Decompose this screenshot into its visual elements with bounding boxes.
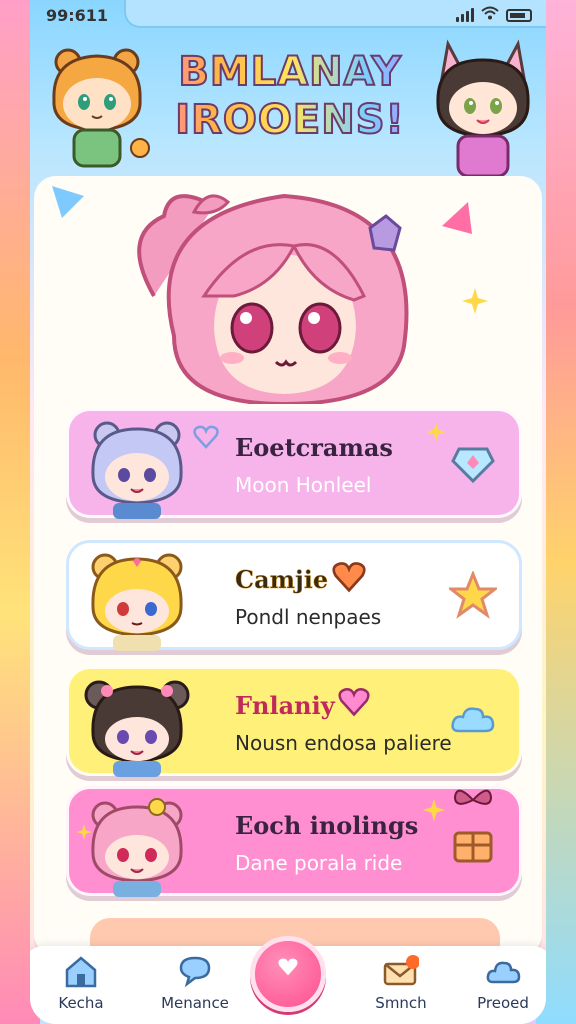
- mascot-cat-girl-icon: [436, 39, 530, 176]
- nav-item-messages[interactable]: Menance: [150, 954, 240, 1020]
- sparkle-icon: [76, 824, 92, 840]
- app-title-line2: IROOENS!: [174, 96, 405, 144]
- envelope-icon: [383, 955, 419, 986]
- wifi-icon: [481, 6, 499, 24]
- list-item[interactable]: Fnlaniy Nousn endosa paliere: [66, 666, 522, 777]
- list-item-subtitle: Pondl nenpaes: [235, 605, 382, 629]
- list-item[interactable]: Eoetcramas Moon Honleel: [66, 408, 522, 519]
- avatar: [91, 421, 183, 519]
- avatar: [91, 553, 183, 651]
- mascot-bear-boy-icon: [52, 48, 150, 168]
- nav-item-search[interactable]: Smnch: [356, 954, 446, 1020]
- list-item[interactable]: Eoch inolings Dane porala ride: [66, 786, 522, 897]
- cloud-icon: [451, 707, 495, 733]
- signal-icon: [456, 8, 474, 22]
- avatar: [84, 680, 190, 777]
- nav-label: Smnch: [375, 994, 427, 1012]
- cloud-icon: [486, 961, 521, 984]
- list-item-title: Fnlaniy: [235, 691, 335, 720]
- sparkle-icon: [426, 422, 446, 442]
- list-item[interactable]: Camjie Pondl nenpaes: [66, 540, 522, 651]
- bottom-nav: Kecha Menance Smnch Preoed: [30, 936, 546, 1024]
- heart-icon: [338, 688, 370, 717]
- heart-icon: [278, 958, 298, 976]
- nav-label: Kecha: [58, 994, 104, 1012]
- heart-diamond-icon: [451, 447, 495, 484]
- nav-label: Menance: [161, 994, 229, 1012]
- avatar: [91, 798, 183, 897]
- heart-icon: [193, 425, 219, 449]
- heart-icon: [332, 562, 366, 593]
- gift-box-icon: [453, 831, 493, 863]
- nav-item-profile[interactable]: Preoed: [458, 954, 546, 1020]
- triangle-deco-icon: [52, 186, 84, 218]
- nav-item-home[interactable]: Kecha: [36, 954, 126, 1020]
- list-item-title: Eoch inolings: [235, 811, 419, 840]
- status-icons: [456, 6, 532, 24]
- star-icon: [449, 571, 497, 619]
- butterfly-icon: [453, 789, 493, 805]
- list-item-subtitle: Moon Honleel: [235, 473, 372, 497]
- nav-label: Preoed: [477, 994, 529, 1012]
- battery-icon: [506, 8, 532, 22]
- sparkle-icon: [462, 288, 488, 314]
- home-icon: [65, 956, 97, 988]
- status-time: 99:611: [46, 5, 109, 25]
- chat-bubble-icon: [179, 956, 211, 988]
- list-item-title: Camjie: [235, 565, 329, 595]
- sparkle-icon: [422, 798, 446, 822]
- hero-girl-avatar: [137, 193, 409, 404]
- header-banner: BMLANAY IROOENS!: [30, 30, 546, 178]
- app-title-line1: BMLANAY: [177, 48, 402, 96]
- center-action-button[interactable]: [250, 936, 326, 1012]
- status-bar: 99:611: [30, 0, 546, 30]
- list-item-subtitle: Nousn endosa paliere: [235, 731, 452, 755]
- list-item-subtitle: Dane porala ride: [235, 851, 403, 875]
- list-item-title: Eoetcramas: [235, 433, 393, 462]
- app-screen: 99:611 BMLANAY IROOENS! Eoetcramas Moon …: [30, 0, 546, 1024]
- app-title: BMLANAY IROOENS!: [140, 48, 440, 144]
